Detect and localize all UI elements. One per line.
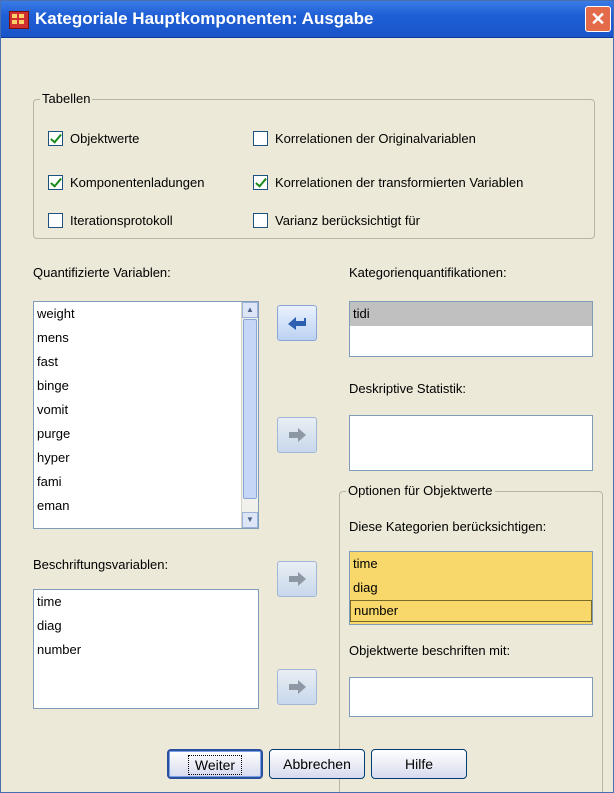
checkbox-box[interactable] xyxy=(48,175,63,190)
continue-button[interactable]: Weiter xyxy=(167,749,263,779)
help-button[interactable]: Hilfe xyxy=(371,749,467,779)
scrollbar[interactable]: ▲ ▼ xyxy=(241,302,258,528)
list-item[interactable]: time xyxy=(350,552,592,576)
scroll-thumb[interactable] xyxy=(243,319,257,499)
list-item[interactable]: number xyxy=(350,600,592,622)
list-item[interactable]: number xyxy=(34,638,258,662)
move-to-include-categories-button[interactable] xyxy=(277,561,317,597)
list-item[interactable]: eman xyxy=(34,494,258,518)
list-item[interactable]: time xyxy=(34,590,258,614)
checkbox-box[interactable] xyxy=(253,175,268,190)
checkbox-label: Varianz berücksichtigt für xyxy=(275,213,420,228)
object-score-options-title: Optionen für Objektwerte xyxy=(346,483,495,498)
label-object-scores-label: Objektwerte beschriften mit: xyxy=(349,643,511,658)
checkbox-box[interactable] xyxy=(48,131,63,146)
list-item[interactable]: weight xyxy=(34,302,258,326)
checkbox-box[interactable] xyxy=(48,213,63,228)
cancel-button[interactable]: Abbrechen xyxy=(269,749,365,779)
checkbox-label: Objektwerte xyxy=(70,131,140,146)
quantified-variables-label: Quantifizierte Variablen: xyxy=(33,265,171,280)
scroll-up-icon[interactable]: ▲ xyxy=(242,302,258,318)
list-item[interactable]: purge xyxy=(34,422,258,446)
list-item[interactable]: binge xyxy=(34,374,258,398)
arrow-right-icon xyxy=(289,572,306,586)
list-item[interactable]: diag xyxy=(34,614,258,638)
window-title: Kategoriale Hauptkomponenten: Ausgabe xyxy=(35,9,374,28)
move-to-category-quant-button[interactable] xyxy=(277,305,317,341)
tables-group-title: Tabellen xyxy=(40,91,93,106)
app-icon xyxy=(9,11,29,29)
continue-button-label: Weiter xyxy=(187,755,243,775)
arrow-right-icon xyxy=(289,680,306,694)
label-object-scores-list[interactable] xyxy=(349,677,593,717)
labeling-variables-label: Beschriftungsvariablen: xyxy=(33,557,169,572)
quantified-variables-list[interactable]: weight mens fast binge vomit purge hyper fami em… xyxy=(33,301,259,529)
include-categories-list[interactable]: time diag number xyxy=(349,551,593,625)
checkbox-label: Iterationsprotokoll xyxy=(70,213,173,228)
arrow-left-icon xyxy=(288,317,306,330)
scroll-down-icon[interactable]: ▼ xyxy=(242,512,258,528)
list-item[interactable]: vomit xyxy=(34,398,258,422)
arrow-right-icon xyxy=(289,428,306,442)
dialog-window: Kategoriale Hauptkomponenten: Ausgabe ✕ … xyxy=(0,0,614,793)
descriptive-statistics-list[interactable] xyxy=(349,415,593,471)
list-item[interactable]: tidi xyxy=(350,302,592,326)
checkbox-box[interactable] xyxy=(253,131,268,146)
move-to-label-with-button[interactable] xyxy=(277,669,317,705)
include-categories-label: Diese Kategorien berücksichtigen: xyxy=(349,519,547,534)
checkbox-label: Korrelationen der Originalvariablen xyxy=(275,131,476,146)
list-item[interactable]: fast xyxy=(34,350,258,374)
object-score-options-group: Optionen für Objektwerte xyxy=(339,483,603,792)
descriptive-statistics-label: Deskriptive Statistik: xyxy=(349,381,467,396)
labeling-variables-list[interactable]: time diag number xyxy=(33,589,259,709)
list-item[interactable]: diag xyxy=(350,576,592,600)
category-quantifications-label: Kategorienquantifikationen: xyxy=(349,265,507,280)
checkbox-label: Komponentenladungen xyxy=(70,175,205,190)
move-to-descriptive-button[interactable] xyxy=(277,417,317,453)
list-item[interactable]: fami xyxy=(34,470,258,494)
checkbox-box[interactable] xyxy=(253,213,268,228)
title-bar: Kategoriale Hauptkomponenten: Ausgabe ✕ xyxy=(1,1,613,38)
list-item[interactable]: mens xyxy=(34,326,258,350)
checkbox-label: Korrelationen der transformierten Variab… xyxy=(275,175,524,190)
close-button[interactable]: ✕ xyxy=(585,6,611,32)
category-quantifications-list[interactable]: tidi xyxy=(349,301,593,357)
list-item[interactable]: hyper xyxy=(34,446,258,470)
